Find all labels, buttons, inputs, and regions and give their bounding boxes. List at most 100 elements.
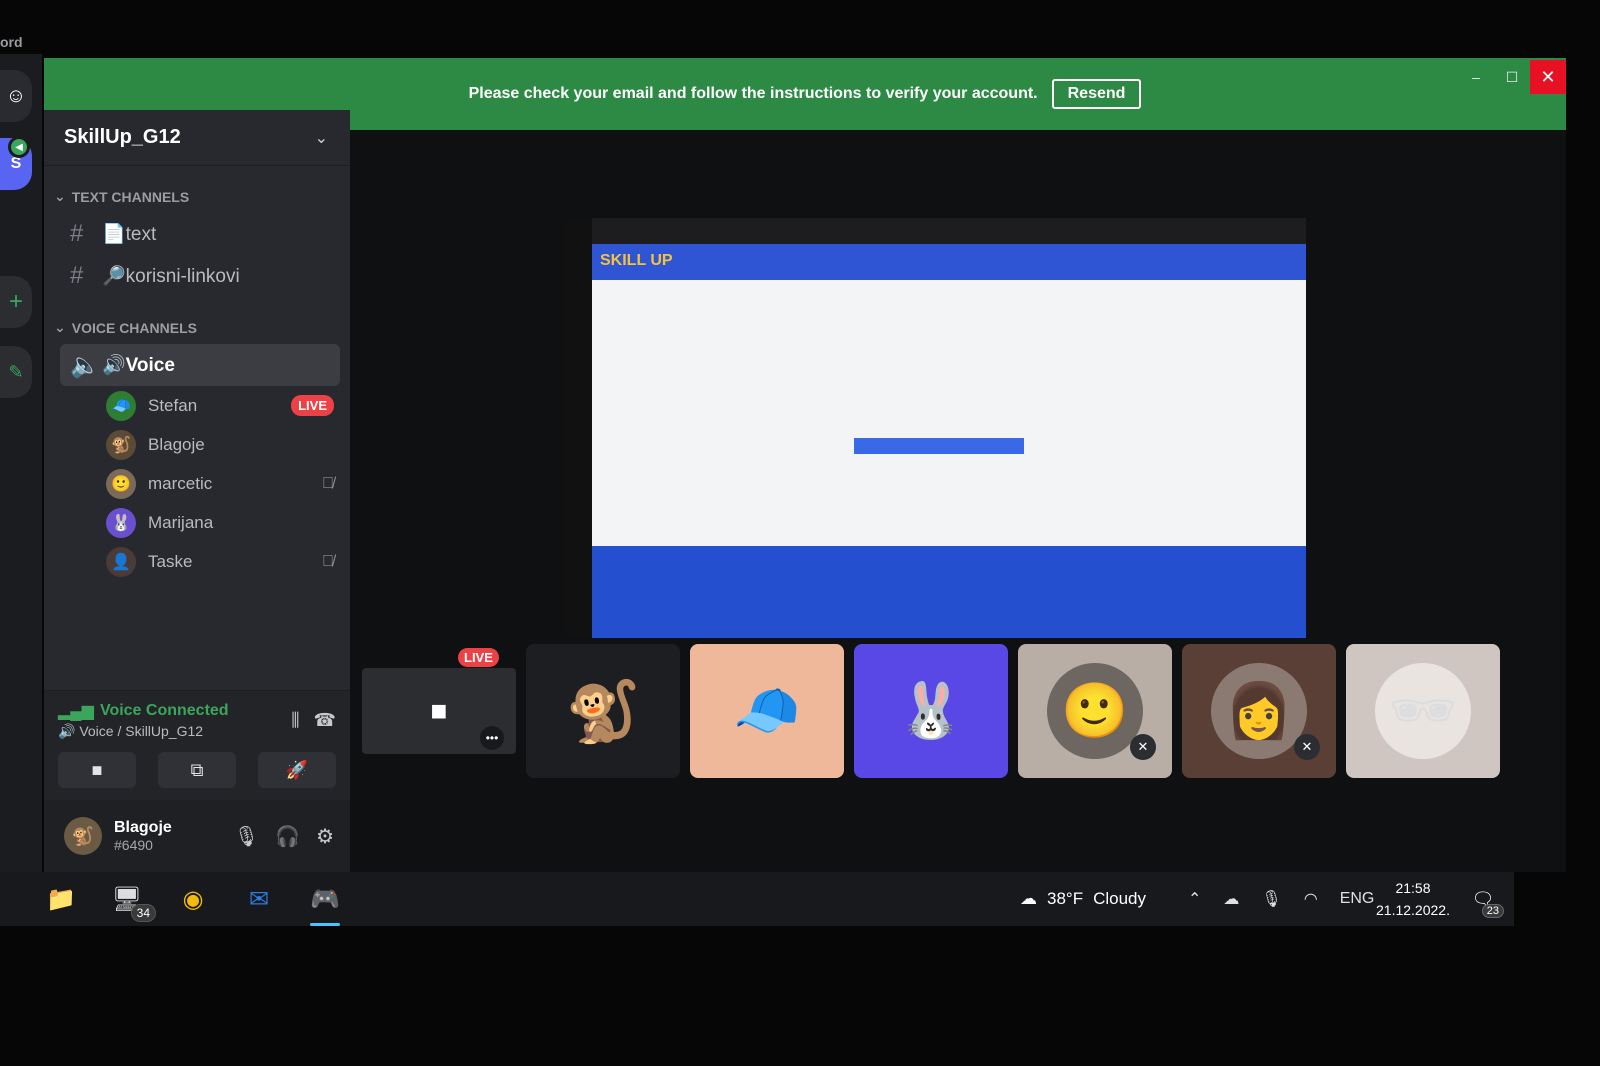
hash-icon: # (70, 262, 84, 289)
channel-voice[interactable]: 🔈 🔊Voice (60, 344, 340, 386)
avatar-glyph: 🙂 (1061, 680, 1129, 741)
weather-temp: 38°F (1047, 889, 1084, 908)
maximize-button[interactable]: ☐ (1494, 60, 1530, 94)
voice-member[interactable]: 🐒 Blagoje (106, 425, 334, 464)
participant-tile[interactable]: 🐰 (854, 644, 1008, 778)
voice-status-label: Voice Connected (99, 702, 229, 719)
disconnect-icon[interactable]: ☎ (314, 710, 336, 731)
stream-site-button (854, 438, 1024, 454)
rocket-icon: 🚀 (285, 759, 309, 780)
screen-share-stream[interactable]: SKILL UP (566, 218, 1306, 638)
participant-tile[interactable]: 🧢 (690, 644, 844, 778)
voice-channels-category[interactable]: ⌄ VOICE CHANNELS (54, 319, 350, 336)
participant-tile[interactable]: 🕶 (1346, 644, 1500, 778)
participant-tile[interactable]: 🐒 (526, 644, 680, 778)
avatar: 🙂 (1047, 663, 1143, 759)
badge-count: 23 (1481, 904, 1504, 918)
app-label: ord (0, 34, 23, 50)
camera-button[interactable]: ■ (58, 752, 136, 788)
noise-suppression-icon[interactable]: ⫼ (291, 710, 299, 731)
signal-icon: ▂▄▆ (58, 703, 94, 720)
avatar: 🕶 (1375, 663, 1471, 759)
avatar: 🧢 (733, 680, 801, 741)
camera-icon: ■ (430, 695, 448, 726)
gear-icon[interactable]: ⚙ (316, 824, 334, 849)
avatar-glyph: 🕶 (1388, 680, 1458, 741)
screen-share-icon: ⧉ (190, 759, 204, 780)
avatar: 🐰 (106, 507, 136, 538)
headphones-icon[interactable]: 🎧 (275, 824, 300, 849)
cloud-icon: ☁ (1020, 889, 1037, 908)
avatar: 🐒 (565, 677, 641, 745)
voice-member[interactable]: 🙂 marcetic 🎙̸ (106, 464, 334, 503)
add-server-icon[interactable]: + (0, 276, 32, 328)
microphone-icon[interactable]: 🎙 (234, 824, 259, 849)
resend-button[interactable]: Resend (1051, 79, 1142, 109)
channel-korisni-linkovi[interactable]: # 🔎korisni-linkovi (60, 255, 340, 297)
muted-mic-icon: ✕ (1130, 734, 1156, 760)
close-button[interactable]: ✕ (1530, 60, 1566, 94)
clock[interactable]: 21:58 21.12.2022. (1376, 877, 1450, 921)
avatar: 🐰 (897, 680, 965, 741)
voice-status[interactable]: ▂▄▆ Voice Connected (58, 701, 229, 721)
server-name: SkillUp_G12 (64, 126, 181, 148)
server-icon-skillup[interactable]: S ◀ (0, 136, 32, 190)
language-indicator[interactable]: ENG (1340, 890, 1375, 908)
minimize-button[interactable]: – (1458, 60, 1494, 94)
window-controls: – ☐ ✕ (1458, 60, 1566, 94)
channel-text[interactable]: # 📄text (60, 213, 340, 255)
category-label: VOICE CHANNELS (71, 319, 197, 336)
live-badge: LIVE (291, 395, 334, 416)
chevron-up-icon[interactable]: ⌃ (1188, 889, 1201, 909)
discord-icon[interactable]: 🎮 (308, 882, 342, 926)
discord-home-icon[interactable]: ☺ (0, 70, 32, 122)
onedrive-icon[interactable]: ☁ (1223, 889, 1239, 909)
avatar: 🙂 (106, 468, 136, 499)
voice-member[interactable]: 🐰 Marijana (106, 503, 334, 542)
channel-label: 📄text (102, 224, 157, 245)
weather-condition: Cloudy (1093, 889, 1147, 908)
speaker-icon: 🔊 (58, 723, 76, 739)
channel-label: 🔎korisni-linkovi (102, 266, 240, 287)
chevron-down-icon: ⌄ (314, 129, 328, 147)
stream-taskbar (566, 218, 592, 638)
avatar: 👤 (106, 546, 136, 577)
chrome-icon[interactable]: ◉ (176, 882, 210, 916)
weather-widget[interactable]: ☁ 38°F Cloudy (1020, 889, 1146, 909)
stream-preview-tile[interactable]: LIVE ■ ••• (362, 648, 516, 754)
os-taskbar: 📁 🖥 34 ◉ ✉ 🎮 ☁ 38°F Cloudy ⌃ ☁ 🎙 ◠ ENG 2… (0, 872, 1514, 926)
voice-connection-panel: ▂▄▆ Voice Connected 🔊 Voice / SkillUp_G1… (44, 690, 350, 800)
participant-tile[interactable]: 🙂 ✕ (1018, 644, 1172, 778)
more-icon[interactable]: ••• (480, 726, 504, 750)
user-panel: 🐒 Blagoje #6490 🎙 🎧 ⚙ (44, 800, 350, 872)
screen-share-button[interactable]: ⧉ (158, 752, 236, 788)
voice-location[interactable]: 🔊 Voice / SkillUp_G12 (58, 723, 229, 740)
chevron-down-icon: ⌄ (54, 319, 66, 335)
participant-tile[interactable]: 👩 ✕ (1182, 644, 1336, 778)
voice-member[interactable]: 👤 Taske 🎙̸ (106, 542, 334, 581)
voice-member[interactable]: 🧢 Stefan LIVE (106, 386, 334, 425)
stream-site-body (592, 280, 1306, 546)
explore-servers-icon[interactable]: ✎ (0, 346, 32, 398)
voice-activity-icon: ◀ (8, 136, 30, 158)
wifi-icon[interactable]: ◠ (1304, 889, 1318, 909)
user-tag: #6490 (114, 837, 153, 853)
server-header[interactable]: SkillUp_G12 ⌄ (44, 110, 350, 166)
chevron-down-icon: ⌄ (54, 188, 66, 204)
text-channels-category[interactable]: ⌄ TEXT CHANNELS (54, 188, 350, 205)
banner-message: Please check your email and follow the i… (468, 85, 1038, 102)
mail-icon[interactable]: ✉ (242, 882, 276, 916)
clock-date: 21.12.2022. (1376, 902, 1450, 918)
file-explorer-icon[interactable]: 📁 (44, 882, 78, 916)
hash-icon: # (70, 220, 84, 247)
system-tray: ⌃ ☁ 🎙 ◠ ENG (1188, 889, 1374, 909)
avatar[interactable]: 🐒 (64, 817, 102, 855)
microphone-icon[interactable]: 🎙 (1261, 889, 1281, 909)
activities-button[interactable]: 🚀 (258, 752, 336, 788)
clock-time: 21:58 (1395, 880, 1431, 896)
member-name: Taske (148, 551, 193, 571)
muted-mic-icon: ✕ (1294, 734, 1320, 760)
badge-count: 34 (130, 904, 156, 922)
teams-icon[interactable]: 🖥 34 (110, 882, 156, 922)
notification-center-icon[interactable]: 🗨 23 (1466, 882, 1504, 918)
